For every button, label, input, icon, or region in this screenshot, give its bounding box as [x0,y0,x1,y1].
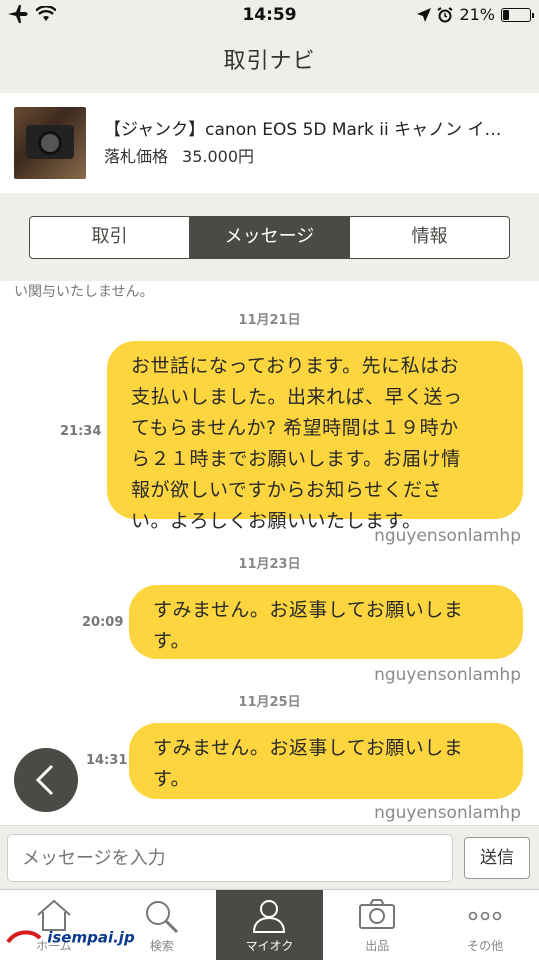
message-line: てもらませんか? 希望時間は１９時か [131,417,459,439]
battery-percent: 21% [459,5,495,24]
chevron-left-icon [35,764,54,796]
message-input[interactable] [7,834,453,882]
more-icon [468,911,502,921]
tab-search[interactable]: 検索 [108,890,216,960]
message-bubble: すみません。お返事してお願いしま す。 [129,723,523,799]
tab-label: マイオク [245,939,294,953]
battery-icon [501,7,534,22]
home-icon [37,899,71,931]
item-thumbnail[interactable] [14,107,86,179]
search-icon [145,901,178,934]
message-time: 14:31 [86,753,128,768]
date-divider: 11月21日 [238,313,301,328]
price-label: 落札価格 [104,147,169,166]
status-bar: 14:59 21% [0,0,539,32]
item-price: 落札価格 35.000円 [104,143,254,167]
watermark-text: isempai.jp [47,928,135,947]
message-line: すみません。お返事してお願いしま [153,737,464,759]
message-line: お世話になっております。先に私はお [131,355,460,377]
segmented-control: 取引 メッセージ 情報 [29,216,510,259]
message-line: す。 [153,768,191,790]
camera-icon [359,899,396,929]
send-button[interactable]: 送信 [464,837,530,879]
message-line: すみません。お返事してお願いしま [153,599,464,621]
message-composer: 送信 [0,825,539,889]
tab-my-auction[interactable]: マイオク [215,890,324,960]
logo-swoosh-icon [6,930,42,944]
date-divider: 11月25日 [238,695,301,710]
message-bubble: すみません。お返事してお願いしま す。 [129,585,523,659]
tab-label: その他 [467,939,504,953]
message-line: 支払いしました。出来れば、早く送っ [131,386,463,408]
watermark-logo: isempai.jp [6,928,135,948]
date-divider: 11月23日 [238,557,301,572]
message-bubble: お世話になっております。先に私はお 支払いしました。出来れば、早く送っ てもらま… [107,341,523,532]
back-button[interactable] [14,748,78,812]
alarm-icon [437,6,453,22]
location-arrow-icon [417,7,432,22]
message-line: 報が欲しいですからお知らせくださ [131,479,443,501]
tab-home[interactable]: ホーム [0,890,108,960]
message-sender: nguyensonlamhp [374,665,521,685]
message-time: 20:09 [82,615,124,630]
status-right: 21% [417,5,534,24]
tab-sell[interactable]: 出品 [323,890,431,960]
message-list[interactable]: い関与いたしません。 11月21日 21:34 お世話になっております。先に私は… [0,281,539,825]
message-sender: nguyensonlamhp [374,803,521,823]
item-header[interactable]: 【ジャンク】canon EOS 5D Mark ii キャノン イ… 落札価格 3… [0,93,539,193]
message-time: 21:34 [60,424,102,439]
tab-transaction[interactable]: 取引 [30,217,189,258]
page-title: 取引ナビ [0,32,539,92]
tab-info[interactable]: 情報 [349,217,509,258]
previous-message-fragment: い関与いたしません。 [14,284,154,300]
segment-bar: 取引 メッセージ 情報 [0,193,539,280]
message-sender: nguyensonlamhp [374,526,521,546]
tab-more[interactable]: その他 [431,890,539,960]
tab-label: 出品 [365,939,390,953]
bottom-tab-bar: ホーム 検索 マイオク 出品 その他 [0,889,539,960]
person-icon [253,900,286,933]
message-line: ら２１時までお願いします。お届け情 [131,448,461,470]
item-title[interactable]: 【ジャンク】canon EOS 5D Mark ii キャノン イ… [104,115,524,140]
message-line: す。 [153,630,191,652]
tab-message[interactable]: メッセージ [189,217,349,258]
price-value: 35.000円 [182,147,255,166]
